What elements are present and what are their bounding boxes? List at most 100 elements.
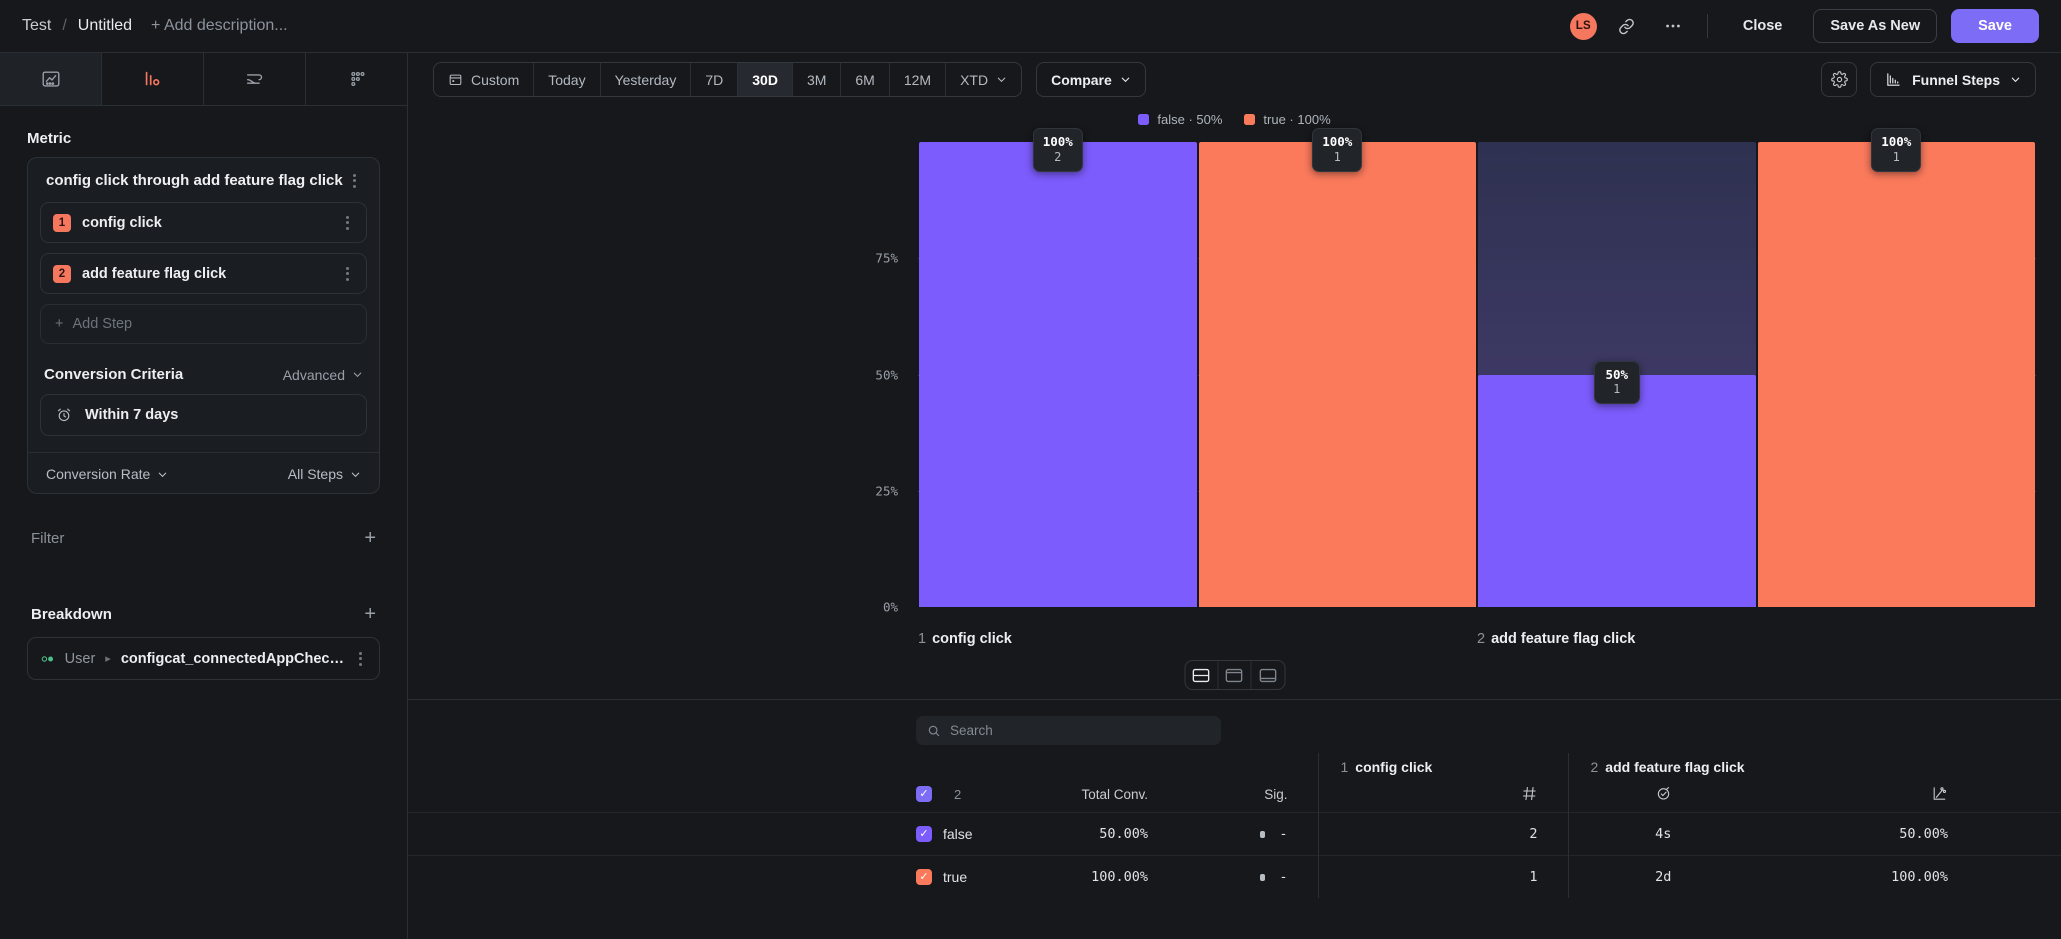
sig-dot-icon <box>1260 874 1265 881</box>
metric-card-footer: Conversion Rate All Steps <box>28 452 379 493</box>
funnel-step-2[interactable]: 2 add feature flag click <box>40 253 367 294</box>
close-button[interactable]: Close <box>1726 9 1800 43</box>
header-step2-time[interactable] <box>1568 777 1758 813</box>
row-step2-rate: 50.00% <box>1758 813 1948 856</box>
compare-dropdown[interactable]: Compare <box>1036 62 1146 97</box>
row-sig: - <box>1148 813 1318 856</box>
link-icon[interactable] <box>1611 10 1643 42</box>
filter-section-header: Filter + <box>31 528 376 548</box>
range-30d[interactable]: 30D <box>738 63 793 96</box>
header-total-conv[interactable]: Total Conv. <box>963 777 1148 813</box>
step-number: 1 <box>53 214 71 232</box>
range-3m[interactable]: 3M <box>793 63 841 96</box>
header-step2-count[interactable] <box>1948 777 2061 813</box>
row-checkbox[interactable]: ✓ <box>916 826 932 842</box>
breadcrumb-separator: / <box>62 17 66 35</box>
step-menu-icon[interactable] <box>340 264 354 283</box>
all-steps-label: All Steps <box>288 466 343 482</box>
breadcrumb-project[interactable]: Test <box>22 17 51 35</box>
save-as-new-button[interactable]: Save As New <box>1813 9 1937 43</box>
range-yesterday[interactable]: Yesterday <box>601 63 692 96</box>
conversion-window-selector[interactable]: Within 7 days <box>40 394 367 436</box>
bar-step2-true[interactable] <box>1758 142 2036 607</box>
header-sig[interactable]: Sig. <box>1148 777 1318 813</box>
breakdown-label: Breakdown <box>31 606 112 623</box>
save-button[interactable]: Save <box>1951 9 2039 43</box>
layout-split-even-button[interactable] <box>1185 661 1218 689</box>
group-label: config click <box>1355 759 1432 775</box>
tooltip-count: 1 <box>1881 150 1911 165</box>
bar-step2-false[interactable] <box>1478 375 1756 608</box>
legend-item-true[interactable]: true · 100% <box>1244 112 1330 127</box>
tab-retention[interactable] <box>306 53 407 105</box>
tab-funnels[interactable] <box>102 53 204 105</box>
range-xtd[interactable]: XTD <box>946 63 1021 96</box>
funnel-step-1[interactable]: 1 config click <box>40 202 367 243</box>
conversion-rate-dropdown[interactable]: Conversion Rate <box>46 466 168 482</box>
chart-large-icon <box>1226 668 1243 683</box>
group-label: add feature flag click <box>1605 759 1744 775</box>
sig-dot-icon <box>1260 831 1265 838</box>
metric-menu-icon[interactable] <box>347 171 361 190</box>
tooltip-count: 2 <box>1043 150 1073 165</box>
range-12m[interactable]: 12M <box>890 63 946 96</box>
legend-item-false[interactable]: false · 50% <box>1138 112 1222 127</box>
header-step2-rate[interactable] <box>1758 777 1948 813</box>
add-filter-button[interactable]: + <box>364 528 376 548</box>
clock-check-icon <box>1655 785 1672 802</box>
row-name-cell: ✓ true <box>408 856 963 899</box>
select-all-checkbox[interactable]: ✓ <box>916 786 932 802</box>
header-step1-count[interactable] <box>1318 777 1568 813</box>
tab-trends[interactable] <box>0 53 102 105</box>
add-step-button[interactable]: + Add Step <box>40 304 367 344</box>
add-description-button[interactable]: + Add description... <box>151 17 288 35</box>
row-step2-count: 1 <box>1948 813 2061 856</box>
avatar[interactable]: LS <box>1570 13 1597 40</box>
top-bar-actions: LS Close Save As New Save <box>1570 9 2039 43</box>
bar-step1-false[interactable] <box>919 142 1197 607</box>
search-input[interactable]: Search <box>916 716 1221 745</box>
range-today[interactable]: Today <box>534 63 600 96</box>
search-icon <box>927 724 941 738</box>
search-row: Search <box>408 700 2061 753</box>
tab-flows[interactable] <box>204 53 306 105</box>
step-label: add feature flag click <box>82 266 226 282</box>
sidebar: Metric config click through add feature … <box>0 53 408 939</box>
breakdown-arrow-icon: ▸ <box>105 652 111 665</box>
table-row[interactable]: ✓ false 50.00% - 2 4s 50.00% 1 <box>408 813 2061 856</box>
conversion-criteria-label: Conversion Criteria <box>44 366 183 383</box>
breakdown-item[interactable]: User ▸ configcat_connectedAppCheckerEn..… <box>27 637 380 680</box>
layout-chart-large-button[interactable] <box>1218 661 1251 689</box>
range-6m[interactable]: 6M <box>841 63 889 96</box>
breadcrumb-title[interactable]: Untitled <box>78 17 132 35</box>
table-row[interactable]: ✓ true 100.00% - 1 2d 100.00% 1 <box>408 856 2061 899</box>
advanced-dropdown[interactable]: Advanced <box>283 367 363 383</box>
step-menu-icon[interactable] <box>340 213 354 232</box>
table: Search 1 config click 2 add feature flag c… <box>408 700 2061 898</box>
all-steps-dropdown[interactable]: All Steps <box>288 466 361 482</box>
add-breakdown-button[interactable]: + <box>364 604 376 624</box>
row-checkbox[interactable]: ✓ <box>916 869 932 885</box>
gear-icon[interactable] <box>1821 62 1857 97</box>
layout-table-large-button[interactable] <box>1251 661 1284 689</box>
y-axis: 75% 50% 25% 0% <box>408 142 913 607</box>
table-header-row: ✓ configcat_connectedAppCheckerEna... 2 … <box>408 777 2061 813</box>
chevron-down-icon <box>157 469 168 480</box>
row-step2-count: 1 <box>1948 856 2061 899</box>
chart-type-selector[interactable]: Funnel Steps <box>1870 62 2036 97</box>
row-step2-rate: 100.00% <box>1758 856 1948 899</box>
range-custom[interactable]: Custom <box>434 63 534 96</box>
divider <box>1707 14 1708 38</box>
range-7d[interactable]: 7D <box>691 63 738 96</box>
bar-tooltip-step1-false: 100% 2 <box>1033 128 1083 172</box>
body: Metric config click through add feature … <box>0 53 2061 939</box>
compare-label: Compare <box>1051 72 1112 88</box>
bar-tooltip-step2-false: 50% 1 <box>1594 361 1640 405</box>
breakdown-table: Search 1 config click 2 add feature flag c… <box>408 700 2061 939</box>
y-tick: 50% <box>875 367 898 382</box>
ellipsis-icon[interactable] <box>1657 10 1689 42</box>
breakdown-menu-icon[interactable] <box>354 649 366 668</box>
date-range-selector: Custom Today Yesterday 7D 30D 3M 6M 12M … <box>433 62 1022 97</box>
group-number: 2 <box>1591 759 1599 775</box>
bar-step1-true[interactable] <box>1199 142 1477 607</box>
